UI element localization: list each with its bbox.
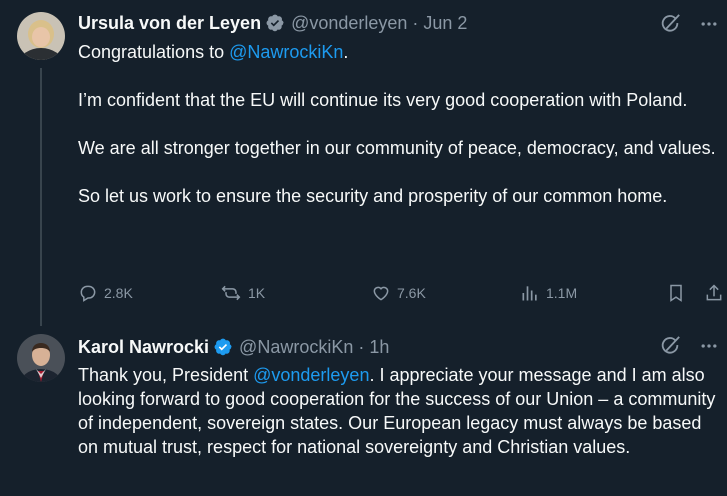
tweet-text: Congratulations to @NawrockiKn. I’m conf… xyxy=(78,40,718,208)
share-button[interactable] xyxy=(704,279,724,307)
author-handle[interactable]: @vonderleyen xyxy=(291,13,407,34)
tweet-actions-bar: 2.8K 1K 7.6K 1.1M xyxy=(78,279,722,307)
thread-connector-line xyxy=(40,68,42,326)
separator-dot: · xyxy=(412,12,419,33)
bookmark-button[interactable] xyxy=(666,279,686,307)
reply-button[interactable]: 2.8K xyxy=(78,279,133,307)
tweet-header: Karol Nawrocki @NawrockiKn · 1h xyxy=(78,335,389,359)
verified-badge-icon xyxy=(265,13,285,33)
text-span: . xyxy=(343,42,349,62)
tweet-paragraph: Congratulations to @NawrockiKn. xyxy=(78,40,718,64)
more-icon[interactable] xyxy=(699,14,719,39)
tweet-top-icons xyxy=(659,335,719,362)
repost-count: 1K xyxy=(248,285,266,301)
author-handle[interactable]: @NawrockiKn xyxy=(239,337,353,358)
like-button[interactable]: 7.6K xyxy=(371,279,426,307)
tweet-top-icons xyxy=(659,13,719,40)
tweet-vonderleyen[interactable]: Ursula von der Leyen @vonderleyen · Jun … xyxy=(0,0,727,326)
grok-icon[interactable] xyxy=(659,13,681,40)
views-icon xyxy=(522,286,537,301)
reply-count: 2.8K xyxy=(104,285,133,301)
views-button[interactable]: 1.1M xyxy=(520,279,577,307)
repost-icon xyxy=(221,285,241,301)
text-span: Thank you, President xyxy=(78,365,254,385)
view-count: 1.1M xyxy=(546,285,578,301)
tweet-text: Thank you, President @vonderleyen. I app… xyxy=(78,363,718,459)
repost-button[interactable]: 1K xyxy=(220,279,265,307)
tweet-paragraph: Thank you, President @vonderleyen. I app… xyxy=(78,363,718,459)
like-icon xyxy=(373,286,389,301)
tweet-header: Ursula von der Leyen @vonderleyen · Jun … xyxy=(78,11,467,35)
author-name[interactable]: Karol Nawrocki xyxy=(78,337,209,358)
text-span: Congratulations to xyxy=(78,42,230,62)
mention-link[interactable]: @vonderleyen xyxy=(253,365,369,385)
tweet-paragraph: I’m confident that the EU will continue … xyxy=(78,90,688,110)
like-count: 7.6K xyxy=(397,285,426,301)
verified-badge-icon xyxy=(213,337,233,357)
tweet-paragraph: So let us work to ensure the security an… xyxy=(78,186,668,206)
author-name[interactable]: Ursula von der Leyen xyxy=(78,13,261,34)
more-icon[interactable] xyxy=(699,336,719,361)
grok-icon[interactable] xyxy=(659,335,681,362)
tweet-timestamp[interactable]: 1h xyxy=(369,337,389,358)
tweet-paragraph: We are all stronger together in our comm… xyxy=(78,138,716,158)
avatar-nawrockikn[interactable] xyxy=(17,334,65,382)
mention-link[interactable]: @NawrockiKn xyxy=(229,42,343,62)
reply-icon xyxy=(80,285,96,302)
avatar-vonderleyen[interactable] xyxy=(17,12,65,60)
separator-dot: · xyxy=(358,336,365,357)
tweet-nawrockikn[interactable]: Karol Nawrocki @NawrockiKn · 1h Thank yo… xyxy=(0,326,727,496)
conversation-thread: Ursula von der Leyen @vonderleyen · Jun … xyxy=(0,0,727,496)
bookmark-icon xyxy=(670,284,682,302)
share-icon xyxy=(706,284,722,301)
tweet-timestamp[interactable]: Jun 2 xyxy=(423,13,467,34)
